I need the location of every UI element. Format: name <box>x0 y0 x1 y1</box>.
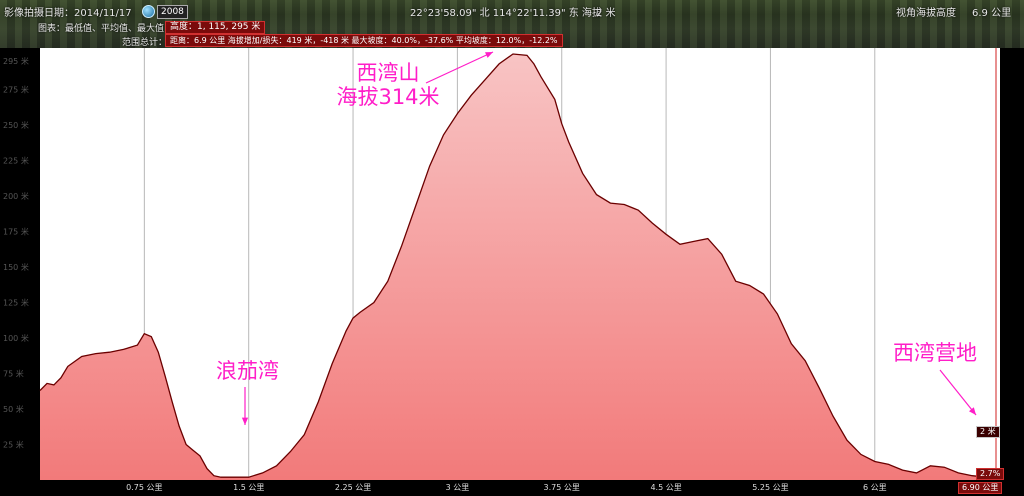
x-tick-label: 0.75 公里 <box>126 483 162 492</box>
y-tick-label: 250 米 <box>3 120 29 130</box>
annotation-label: 海拔314米 <box>336 85 439 109</box>
elevation-profile-chart: 25 米 50 米 75 米 100 米 125 米 150 米 175 米 200 米 225… <box>0 48 1024 496</box>
x-tick-label: 5.25 公里 <box>752 483 788 492</box>
y-tick-label: 25 米 <box>3 440 24 450</box>
x-tick-label: 4.5 公里 <box>650 483 681 492</box>
y-axis-labels: 25 米 50 米 75 米 100 米 125 米 150 米 175 米 200 米 225… <box>3 56 29 449</box>
y-tick-label: 175 米 <box>3 227 29 237</box>
y-tick-label: 125 米 <box>3 298 29 308</box>
end-slope-badge: 2.7% <box>976 468 1005 480</box>
annotation-label: 西湾山 <box>357 61 420 85</box>
end-distance-badge: 6.90 公里 <box>958 482 1003 494</box>
x-tick-label: 6 公里 <box>863 483 887 492</box>
x-tick-label: 2.25 公里 <box>335 483 371 492</box>
y-tick-label: 295 米 <box>3 56 29 66</box>
y-tick-label: 75 米 <box>3 369 24 379</box>
y-tick-label: 100 米 <box>3 333 29 343</box>
y-tick-label: 275 米 <box>3 85 29 95</box>
x-tick-label: 1.5 公里 <box>233 483 264 492</box>
y-tick-label: 50 米 <box>3 404 24 414</box>
annotation-label: 浪茄湾 <box>216 359 279 383</box>
y-tick-label: 225 米 <box>3 156 29 166</box>
x-tick-label: 3.75 公里 <box>544 483 580 492</box>
y-tick-label: 200 米 <box>3 191 29 201</box>
x-tick-label: 3 公里 <box>446 483 470 492</box>
annotation-label: 西湾营地 <box>893 341 977 365</box>
end-elevation-badge: 2 米 <box>976 426 1000 438</box>
y-tick-label: 150 米 <box>3 262 29 272</box>
